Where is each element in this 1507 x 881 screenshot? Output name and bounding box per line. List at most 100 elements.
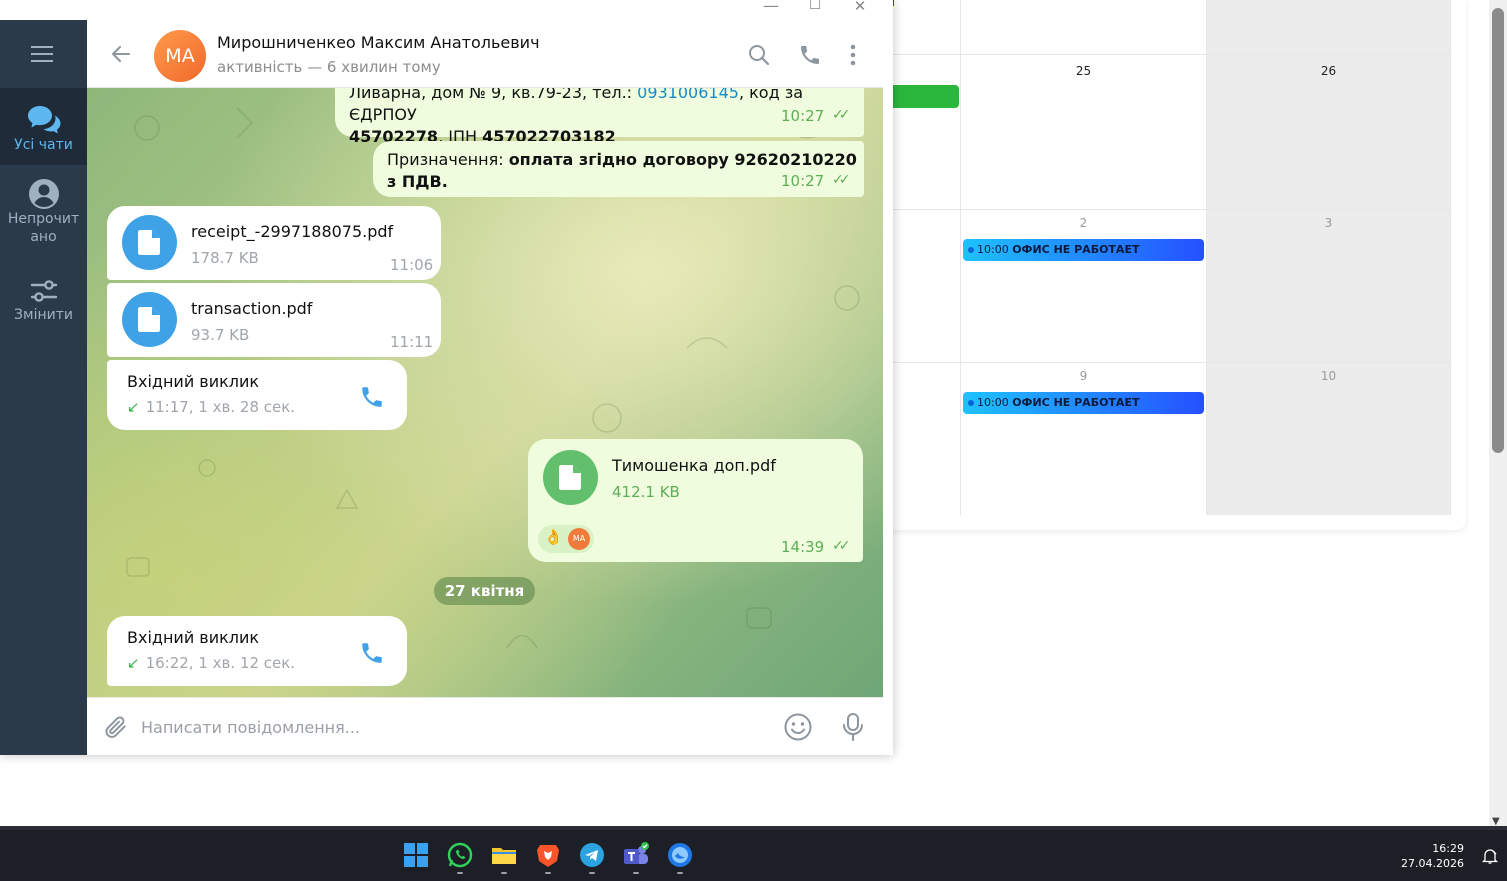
calendar-cell-3[interactable]: 3 <box>1207 210 1451 363</box>
main-menu-button[interactable] <box>0 20 87 87</box>
paperclip-icon[interactable] <box>103 714 129 740</box>
teams-icon[interactable] <box>622 842 649 868</box>
running-indicator <box>633 872 639 874</box>
taskbar: 16:29 27.04.2026 <box>0 830 1507 881</box>
calendar-day-number: 25 <box>1075 64 1092 78</box>
window-titlebar[interactable]: — ☐ ✕ <box>0 0 893 20</box>
calendar-event[interactable]: 10:00 ОФИС НЕ РАБОТАЕТ <box>963 392 1204 414</box>
file-size: 178.7 KB <box>191 249 259 267</box>
running-indicator <box>545 872 551 874</box>
incoming-file-message[interactable]: receipt_-2997188075.pdf 178.7 KB 11:06 <box>107 206 441 280</box>
calendar-cell[interactable] <box>884 363 961 515</box>
sidebar-item-unread[interactable]: Непрочит ано <box>0 172 87 252</box>
date-separator: 27 квітня <box>434 577 535 605</box>
event-time: 10:00 <box>977 396 1009 409</box>
phone-icon[interactable] <box>798 43 822 67</box>
call-meta: ↙ 11:17, 1 хв. 28 сек. <box>127 398 295 416</box>
message-text: Ливарна, дом № 9, кв.79-23, тел.: 093100… <box>349 88 829 148</box>
sidebar-item-label: Непрочит <box>7 211 80 227</box>
whatsapp-icon[interactable] <box>447 842 473 868</box>
read-checks-icon: ✓✓ <box>832 107 851 123</box>
call-title: Вхідний виклик <box>127 372 260 391</box>
system-clock[interactable]: 16:29 27.04.2026 <box>1401 841 1464 871</box>
event-title: ОФИС НЕ РАБОТАЕТ <box>1012 243 1140 256</box>
search-icon[interactable] <box>747 43 771 67</box>
chats-icon <box>27 106 60 134</box>
call-back-phone-icon[interactable] <box>359 384 385 410</box>
sliders-icon <box>30 280 57 302</box>
calendar-cell-2[interactable]: 2 <box>961 210 1207 363</box>
calendar-cell-9[interactable]: 9 <box>961 363 1207 515</box>
calendar-cell-25[interactable]: 25 <box>961 55 1207 210</box>
chat-header: MA Мирошниченкео Максим Анатольевич акти… <box>87 20 883 88</box>
sidebar-item-label: Усі чати <box>14 137 73 153</box>
document-icon[interactable] <box>122 215 177 270</box>
read-checks-icon: ✓✓ <box>832 538 851 554</box>
outgoing-file-message[interactable]: Тимошенка доп.pdf 412.1 KB 👌 MA 14:39 ✓✓ <box>528 439 863 562</box>
calendar-day-number: 9 <box>1079 369 1088 383</box>
file-name[interactable]: Тимошенка доп.pdf <box>612 456 776 475</box>
more-vertical-icon[interactable] <box>843 43 863 67</box>
call-meta: ↙ 16:22, 1 хв. 12 сек. <box>127 654 295 672</box>
incoming-call-message[interactable]: Вхідний виклик ↙ 16:22, 1 хв. 12 сек. <box>107 616 407 686</box>
file-name[interactable]: transaction.pdf <box>191 299 312 318</box>
file-name[interactable]: receipt_-2997188075.pdf <box>191 222 393 241</box>
phone-link[interactable]: 0931006145 <box>637 88 739 102</box>
clock-date: 27.04.2026 <box>1401 857 1464 870</box>
calendar-cell[interactable] <box>884 0 961 55</box>
file-size: 412.1 KB <box>612 483 680 501</box>
web-app-icon[interactable] <box>667 842 693 868</box>
incoming-arrow-icon: ↙ <box>127 398 140 416</box>
message-time: 11:06 <box>390 256 434 274</box>
message-time: 14:39 <box>781 538 825 556</box>
running-indicator <box>589 872 595 874</box>
file-explorer-icon[interactable] <box>491 842 517 868</box>
sidebar-item-label: Змінити <box>14 307 73 323</box>
calendar-event[interactable]: 10:00 ОФИС НЕ РАБОТАЕТ <box>963 239 1204 261</box>
message-time: 11:11 <box>390 333 434 351</box>
calendar-cell[interactable] <box>961 0 1207 55</box>
sidebar-item-edit[interactable]: Змінити <box>0 268 87 338</box>
contact-name[interactable]: Мирошниченкео Максим Анатольевич <box>217 33 540 52</box>
calendar-day-number: 26 <box>1320 64 1337 78</box>
folders-sidebar: Усі чати Непрочит ано Змінити <box>0 20 87 755</box>
calendar-cell-10[interactable]: 10 <box>1207 363 1451 515</box>
chat-messages-area[interactable]: Ливарна, дом № 9, кв.79-23, тел.: 093100… <box>87 88 883 697</box>
windows-start-icon[interactable] <box>403 842 429 868</box>
outgoing-message[interactable]: Призначення: оплата згідно договору 9262… <box>373 141 864 197</box>
document-icon[interactable] <box>543 450 598 505</box>
close-button[interactable]: ✕ <box>845 0 875 15</box>
outgoing-message[interactable]: Ливарна, дом № 9, кв.79-23, тел.: 093100… <box>335 88 864 146</box>
file-size: 93.7 KB <box>191 326 250 344</box>
scrollbar-thumb[interactable] <box>1492 8 1504 453</box>
running-indicator <box>677 872 683 874</box>
call-details: 11:17, 1 хв. 28 сек. <box>145 398 296 416</box>
brave-browser-icon[interactable] <box>535 842 561 868</box>
running-indicator <box>501 872 507 874</box>
minimize-button[interactable]: — <box>756 0 786 15</box>
sidebar-item-all-chats[interactable]: Усі чати <box>0 88 87 165</box>
notification-bell-icon[interactable] <box>1481 847 1499 865</box>
calendar-cell[interactable] <box>884 55 961 210</box>
document-icon[interactable] <box>122 292 177 347</box>
microphone-icon[interactable] <box>841 712 865 742</box>
maximize-button[interactable]: ☐ <box>800 0 830 13</box>
incoming-call-message[interactable]: Вхідний виклик ↙ 11:17, 1 хв. 28 сек. <box>107 360 407 430</box>
back-arrow-icon[interactable] <box>109 42 133 66</box>
message-composer <box>87 697 883 755</box>
avatar[interactable]: MA <box>154 30 206 82</box>
incoming-file-message[interactable]: transaction.pdf 93.7 KB 11:11 <box>107 283 441 357</box>
calendar-event-green[interactable] <box>884 85 959 108</box>
telegram-icon[interactable] <box>579 842 605 868</box>
message-reactions[interactable]: 👌 MA <box>538 525 594 553</box>
user-icon <box>28 179 59 209</box>
telegram-window: — ☐ ✕ Усі чати Непрочит ано Змінити MA М… <box>0 0 893 755</box>
hamburger-icon <box>31 46 53 48</box>
calendar-cell-26[interactable]: 26 <box>1207 55 1451 210</box>
message-input[interactable] <box>139 712 743 742</box>
calendar-cell[interactable] <box>1207 0 1451 55</box>
call-back-phone-icon[interactable] <box>359 640 385 666</box>
calendar-cell[interactable] <box>884 210 961 363</box>
call-details: 16:22, 1 хв. 12 сек. <box>145 654 296 672</box>
emoji-icon[interactable] <box>783 712 813 742</box>
